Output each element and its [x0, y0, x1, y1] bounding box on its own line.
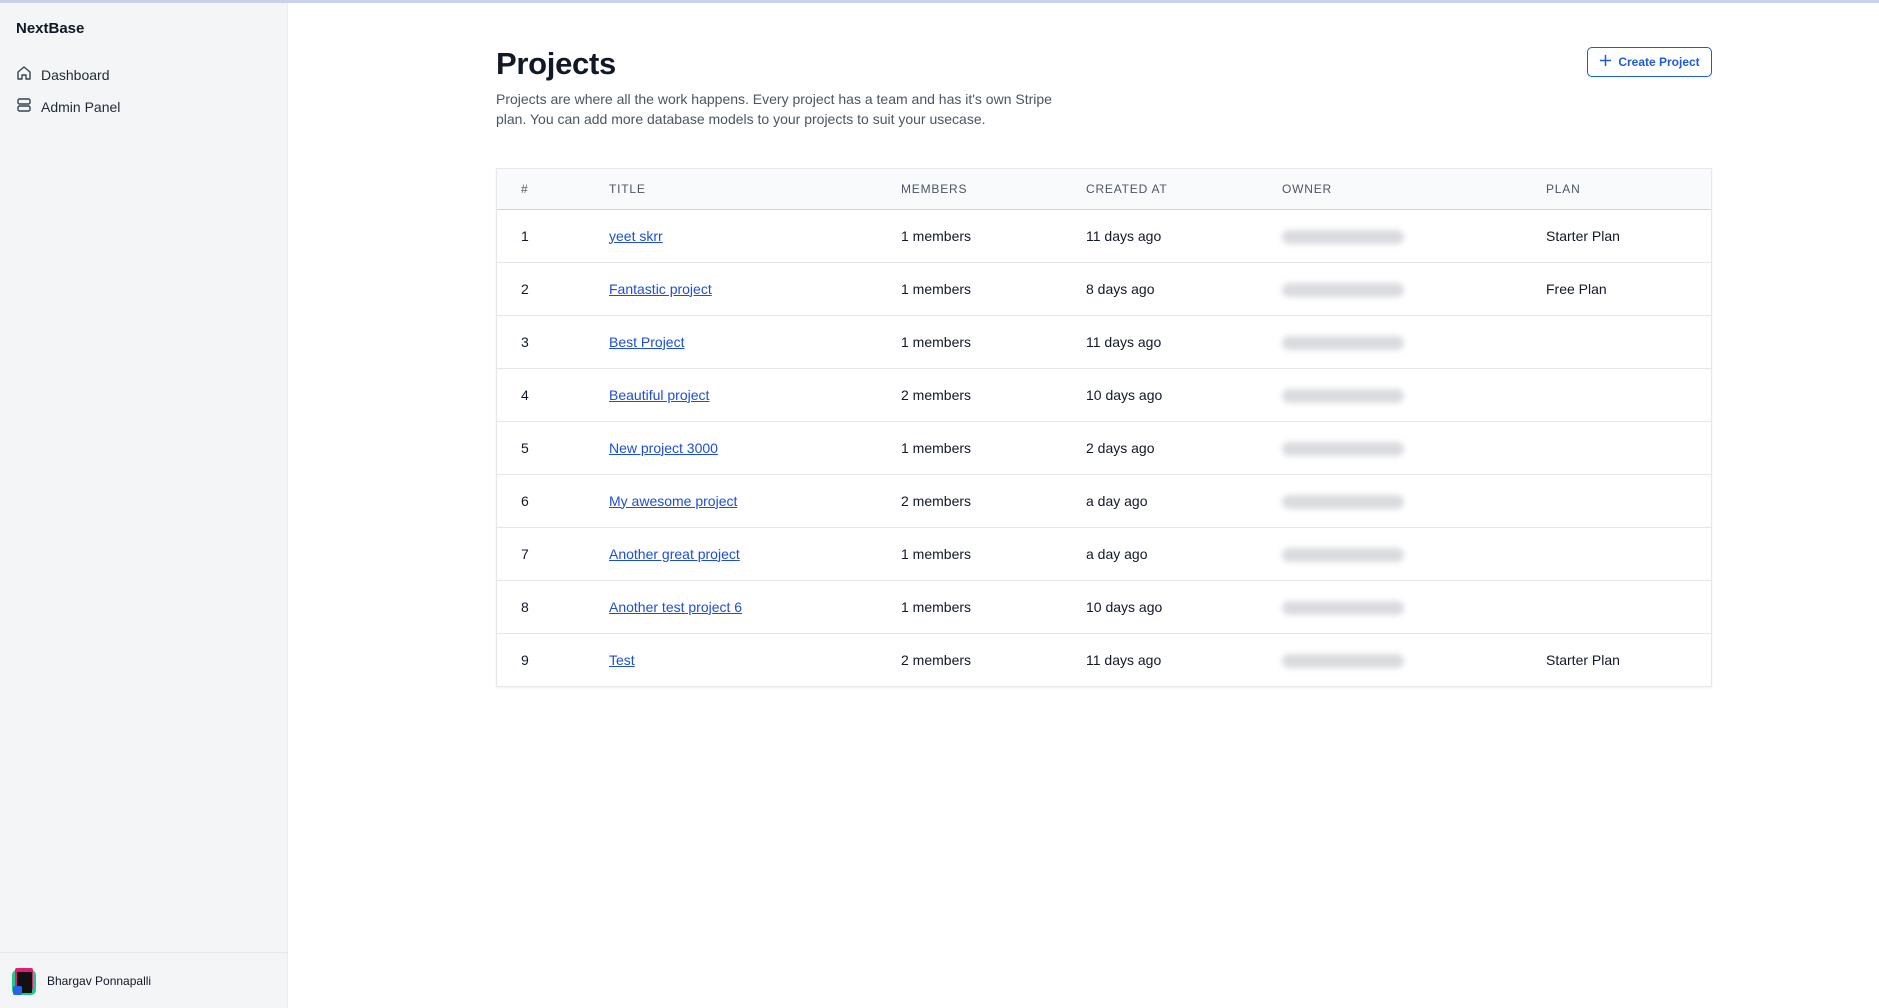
owner-redacted: [1282, 388, 1404, 403]
project-title-link[interactable]: New project 3000: [609, 440, 718, 456]
row-number: 7: [521, 545, 529, 562]
row-plan: [1546, 527, 1711, 580]
user-profile[interactable]: Bhargav Ponnapalli: [0, 952, 288, 1008]
owner-redacted: [1282, 229, 1404, 244]
row-created-at: 8 days ago: [1086, 280, 1155, 297]
create-project-button[interactable]: Create Project: [1587, 47, 1712, 77]
row-created-at: a day ago: [1086, 492, 1148, 509]
project-title-link[interactable]: Best Project: [609, 334, 684, 350]
owner-redacted: [1282, 282, 1404, 297]
sidebar: NextBase Dashboard Admin Panel Bhargav P…: [0, 3, 288, 1008]
row-plan: [1546, 421, 1711, 474]
project-title-link[interactable]: Test: [609, 652, 635, 668]
page-description: Projects are where all the work happens.…: [496, 91, 1052, 127]
row-members: 1 members: [901, 545, 972, 562]
row-members: 2 members: [901, 386, 972, 403]
row-plan: [1546, 368, 1711, 421]
project-title-link[interactable]: Another test project 6: [609, 599, 742, 615]
owner-redacted: [1282, 653, 1404, 668]
user-name: Bhargav Ponnapalli: [47, 973, 152, 988]
row-number: 5: [521, 439, 529, 456]
row-created-at: a day ago: [1086, 545, 1148, 562]
table-row: 8 Another test project 6 1 members 10 da…: [497, 580, 1711, 633]
column-header-title: TITLE: [609, 181, 646, 196]
row-members: 1 members: [901, 227, 972, 244]
owner-redacted: [1282, 335, 1404, 350]
row-plan: [1546, 474, 1711, 527]
row-created-at: 11 days ago: [1086, 227, 1162, 244]
table-row: 6 My awesome project 2 members a day ago: [497, 474, 1711, 527]
table-row: 5 New project 3000 1 members 2 days ago: [497, 421, 1711, 474]
row-created-at: 2 days ago: [1086, 439, 1155, 456]
row-number: 3: [521, 333, 529, 350]
row-number: 1: [521, 227, 529, 244]
project-title-link[interactable]: yeet skrr: [609, 228, 663, 244]
row-plan: Free Plan: [1546, 280, 1607, 297]
row-created-at: 11 days ago: [1086, 333, 1162, 350]
table-row: 9 Test 2 members 11 days ago Starter Pla…: [497, 633, 1711, 686]
sidebar-item-label: Dashboard: [41, 66, 110, 83]
column-header-members: MEMBERS: [901, 181, 968, 196]
avatar: [11, 966, 37, 996]
column-header-number: #: [521, 181, 529, 196]
row-members: 1 members: [901, 333, 972, 350]
project-title-link[interactable]: My awesome project: [609, 493, 737, 509]
table-row: 2 Fantastic project 1 members 8 days ago…: [497, 262, 1711, 315]
row-plan: Starter Plan: [1546, 651, 1620, 668]
row-created-at: 10 days ago: [1086, 598, 1163, 615]
row-number: 9: [521, 651, 529, 668]
create-project-label: Create Project: [1618, 55, 1700, 69]
owner-redacted: [1282, 547, 1404, 562]
row-number: 4: [521, 386, 529, 403]
main-content: Projects Projects are where all the work…: [289, 3, 1879, 1008]
table-row: 7 Another great project 1 members a day …: [497, 527, 1711, 580]
column-header-plan: PLAN: [1546, 181, 1581, 196]
owner-redacted: [1282, 600, 1404, 615]
owner-redacted: [1282, 494, 1404, 509]
projects-table: # TITLE MEMBERS CREATED AT OWNER PLAN 1 …: [496, 168, 1712, 687]
row-created-at: 10 days ago: [1086, 386, 1163, 403]
row-number: 8: [521, 598, 529, 615]
row-members: 1 members: [901, 598, 972, 615]
row-created-at: 11 days ago: [1086, 651, 1162, 668]
owner-redacted: [1282, 441, 1404, 456]
project-title-link[interactable]: Beautiful project: [609, 387, 709, 403]
sidebar-item-label: Admin Panel: [41, 98, 121, 115]
home-icon: [16, 65, 32, 84]
column-header-created-at: CREATED AT: [1086, 181, 1168, 196]
project-title-link[interactable]: Fantastic project: [609, 281, 712, 297]
row-members: 2 members: [901, 492, 972, 509]
row-number: 6: [521, 492, 529, 509]
row-number: 2: [521, 280, 529, 297]
row-members: 1 members: [901, 439, 972, 456]
column-header-owner: OWNER: [1282, 181, 1332, 196]
page-title: Projects: [496, 46, 616, 81]
row-plan: [1546, 580, 1711, 633]
project-title-link[interactable]: Another great project: [609, 546, 740, 562]
table-row: 3 Best Project 1 members 11 days ago: [497, 315, 1711, 368]
row-plan: Starter Plan: [1546, 227, 1620, 244]
row-plan: [1546, 315, 1711, 368]
sidebar-item-admin-panel[interactable]: Admin Panel: [16, 97, 120, 116]
row-members: 2 members: [901, 651, 972, 668]
table-header-row: # TITLE MEMBERS CREATED AT OWNER PLAN: [497, 169, 1711, 209]
plus-icon: [1599, 54, 1612, 70]
server-icon: [16, 97, 32, 116]
sidebar-item-dashboard[interactable]: Dashboard: [16, 65, 110, 84]
table-row: 4 Beautiful project 2 members 10 days ag…: [497, 368, 1711, 421]
row-members: 1 members: [901, 280, 972, 297]
table-row: 1 yeet skrr 1 members 11 days ago Starte…: [497, 209, 1711, 262]
brand-logo-text: NextBase: [16, 20, 85, 37]
